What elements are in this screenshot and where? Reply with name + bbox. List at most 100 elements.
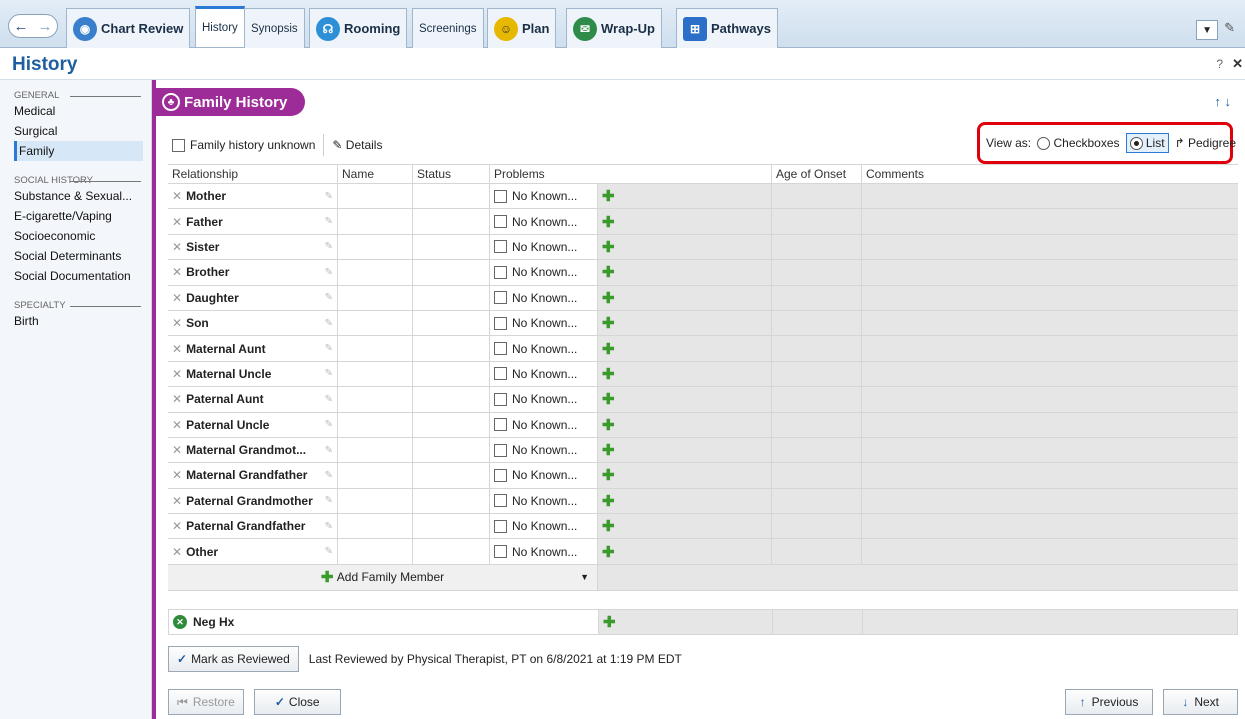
status-cell[interactable] xyxy=(413,437,490,463)
header-problems[interactable]: Problems xyxy=(490,165,772,183)
header-status[interactable]: Status xyxy=(413,165,490,183)
add-family-member-button[interactable]: ✚ Add Family Member ▼ xyxy=(168,564,598,590)
no-known-problems-cell[interactable]: No Known... xyxy=(490,184,598,209)
remove-x-icon[interactable]: ✕ xyxy=(172,545,182,559)
name-cell[interactable] xyxy=(338,387,413,412)
no-known-problems-cell[interactable]: No Known... xyxy=(490,285,598,310)
no-known-problems-checkbox[interactable] xyxy=(494,215,507,229)
add-problem-cell[interactable]: ✚ xyxy=(598,539,772,564)
add-problem-cell[interactable]: ✚ xyxy=(598,209,772,234)
sidebar-item-birth[interactable]: Birth xyxy=(0,311,151,331)
age-of-onset-cell[interactable] xyxy=(772,514,862,539)
remove-x-icon[interactable]: ✕ xyxy=(172,240,182,254)
no-known-problems-cell[interactable]: No Known... xyxy=(490,260,598,285)
age-of-onset-cell[interactable] xyxy=(772,209,862,234)
remove-x-icon[interactable]: ✕ xyxy=(172,215,182,229)
age-of-onset-cell[interactable] xyxy=(772,361,862,387)
tab-chart-review[interactable]: ◉ Chart Review xyxy=(66,8,191,48)
relationship-cell[interactable]: ✕ Maternal Aunt ✎ xyxy=(168,336,338,361)
pencil-icon[interactable]: ✎ xyxy=(325,318,333,329)
no-known-problems-checkbox[interactable] xyxy=(494,468,507,482)
sidebar-item-social-determinants[interactable]: Social Determinants xyxy=(0,246,151,266)
add-problem-cell[interactable]: ✚ xyxy=(598,310,772,336)
comments-cell[interactable] xyxy=(862,209,1238,234)
age-of-onset-cell[interactable] xyxy=(772,463,862,488)
status-cell[interactable] xyxy=(413,336,490,361)
no-known-problems-checkbox[interactable] xyxy=(494,443,507,457)
pencil-icon[interactable]: ✎ xyxy=(325,419,333,430)
name-cell[interactable] xyxy=(338,209,413,234)
relationship-cell[interactable]: ✕ Other ✎ xyxy=(168,539,338,564)
tab-wrap-up[interactable]: ✉ Wrap-Up xyxy=(566,8,662,48)
neg-hx-cell[interactable]: ✕ Neg Hx xyxy=(169,610,599,634)
remove-x-icon[interactable]: ✕ xyxy=(172,468,182,482)
age-of-onset-cell[interactable] xyxy=(772,310,862,336)
no-known-problems-checkbox[interactable] xyxy=(494,545,507,559)
no-known-problems-cell[interactable]: No Known... xyxy=(490,539,598,564)
remove-x-icon[interactable]: ✕ xyxy=(172,367,182,381)
add-problem-cell[interactable]: ✚ xyxy=(598,336,772,361)
sidebar-item-surgical[interactable]: Surgical xyxy=(0,121,151,141)
comments-cell[interactable] xyxy=(862,260,1238,285)
no-known-problems-cell[interactable]: No Known... xyxy=(490,437,598,463)
status-cell[interactable] xyxy=(413,361,490,387)
remove-x-icon[interactable]: ✕ xyxy=(172,189,182,203)
chevron-down-icon[interactable]: ▼ xyxy=(580,572,589,582)
name-cell[interactable] xyxy=(338,285,413,310)
tab-plan[interactable]: ☺ Plan xyxy=(487,8,557,48)
status-cell[interactable] xyxy=(413,209,490,234)
view-pedigree-option[interactable]: ↱ Pedigree xyxy=(1175,136,1236,150)
comments-cell[interactable] xyxy=(862,437,1238,463)
comments-cell[interactable] xyxy=(862,387,1238,412)
relationship-cell[interactable]: ✕ Brother ✎ xyxy=(168,260,338,285)
pencil-icon[interactable]: ✎ xyxy=(325,216,333,227)
age-of-onset-cell[interactable] xyxy=(772,387,862,412)
tab-history[interactable]: History xyxy=(195,6,245,47)
view-list-option[interactable]: List xyxy=(1125,132,1169,154)
name-cell[interactable] xyxy=(338,488,413,514)
neg-hx-add-cell[interactable]: ✚ xyxy=(599,610,773,634)
family-history-unknown-checkbox[interactable] xyxy=(172,138,185,152)
relationship-cell[interactable]: ✕ Mother ✎ xyxy=(168,184,338,209)
relationship-cell[interactable]: ✕ Maternal Grandfather ✎ xyxy=(168,463,338,488)
status-cell[interactable] xyxy=(413,514,490,539)
age-of-onset-cell[interactable] xyxy=(772,336,862,361)
remove-x-icon[interactable]: ✕ xyxy=(172,443,182,457)
age-of-onset-cell[interactable] xyxy=(772,488,862,514)
comments-cell[interactable] xyxy=(862,336,1238,361)
age-of-onset-cell[interactable] xyxy=(772,260,862,285)
relationship-cell[interactable]: ✕ Sister ✎ xyxy=(168,234,338,260)
view-checkboxes-option[interactable]: Checkboxes xyxy=(1037,136,1120,151)
name-cell[interactable] xyxy=(338,234,413,260)
add-problem-cell[interactable]: ✚ xyxy=(598,488,772,514)
status-cell[interactable] xyxy=(413,184,490,209)
name-cell[interactable] xyxy=(338,539,413,564)
chevron-down-icon[interactable]: ▼ xyxy=(1196,20,1219,40)
pencil-icon[interactable]: ✎ xyxy=(325,445,333,456)
no-known-problems-checkbox[interactable] xyxy=(494,519,507,533)
age-of-onset-cell[interactable] xyxy=(772,285,862,310)
add-problem-cell[interactable]: ✚ xyxy=(598,361,772,387)
age-of-onset-cell[interactable] xyxy=(772,234,862,260)
add-problem-cell[interactable]: ✚ xyxy=(598,437,772,463)
pencil-icon[interactable]: ✎ xyxy=(325,394,333,405)
tab-screenings[interactable]: Screenings xyxy=(412,8,484,48)
help-icon[interactable]: ? xyxy=(1216,57,1223,71)
pencil-icon[interactable]: ✎ xyxy=(325,368,333,379)
no-known-problems-checkbox[interactable] xyxy=(494,316,507,330)
back-forward-buttons[interactable]: ← → xyxy=(8,14,58,38)
comments-cell[interactable] xyxy=(862,234,1238,260)
age-of-onset-cell[interactable] xyxy=(772,184,862,209)
up-down-arrows-icon[interactable]: ↑ ↓ xyxy=(1214,94,1231,109)
no-known-problems-checkbox[interactable] xyxy=(494,494,507,508)
sidebar-item-ecigarette[interactable]: E-cigarette/Vaping xyxy=(0,206,151,226)
restore-button[interactable]: ⏮ Restore xyxy=(168,689,244,715)
add-problem-cell[interactable]: ✚ xyxy=(598,514,772,539)
header-name[interactable]: Name xyxy=(338,165,413,183)
status-cell[interactable] xyxy=(413,310,490,336)
relationship-cell[interactable]: ✕ Maternal Grandmot... ✎ xyxy=(168,437,338,463)
header-comments[interactable]: Comments xyxy=(862,165,1238,183)
no-known-problems-checkbox[interactable] xyxy=(494,342,507,356)
no-known-problems-cell[interactable]: No Known... xyxy=(490,310,598,336)
add-problem-cell[interactable]: ✚ xyxy=(598,387,772,412)
